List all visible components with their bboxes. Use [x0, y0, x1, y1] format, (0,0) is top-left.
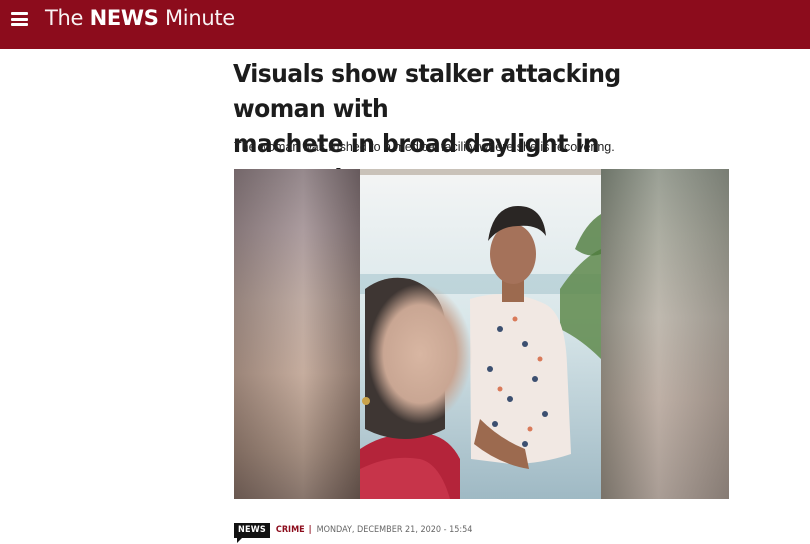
logo-the: The — [45, 6, 84, 30]
hamburger-menu-icon[interactable] — [11, 12, 28, 26]
photo-selfie-illustration — [360, 169, 601, 499]
site-logo[interactable]: The NEWS Minute — [45, 6, 235, 30]
article-subheadline: The woman was rushed to a medical facili… — [234, 140, 615, 154]
headline-line-1: Visuals show stalker attacking woman wit… — [233, 59, 621, 123]
category-link[interactable]: CRIME — [276, 525, 305, 535]
article-meta: NEWS CRIME | MONDAY, DECEMBER 21, 2020 -… — [234, 521, 473, 543]
logo-minute: Minute — [164, 6, 235, 30]
photo-blurred-left-panel — [234, 169, 360, 499]
article-photo — [234, 169, 729, 499]
publish-date: MONDAY, DECEMBER 21, 2020 - 15:54 — [316, 525, 473, 535]
site-header: The NEWS Minute — [0, 0, 810, 49]
news-badge-icon: NEWS — [234, 522, 270, 543]
photo-blurred-right-panel — [601, 169, 729, 499]
logo-news: NEWS — [89, 6, 159, 30]
meta-separator: | — [308, 525, 312, 535]
